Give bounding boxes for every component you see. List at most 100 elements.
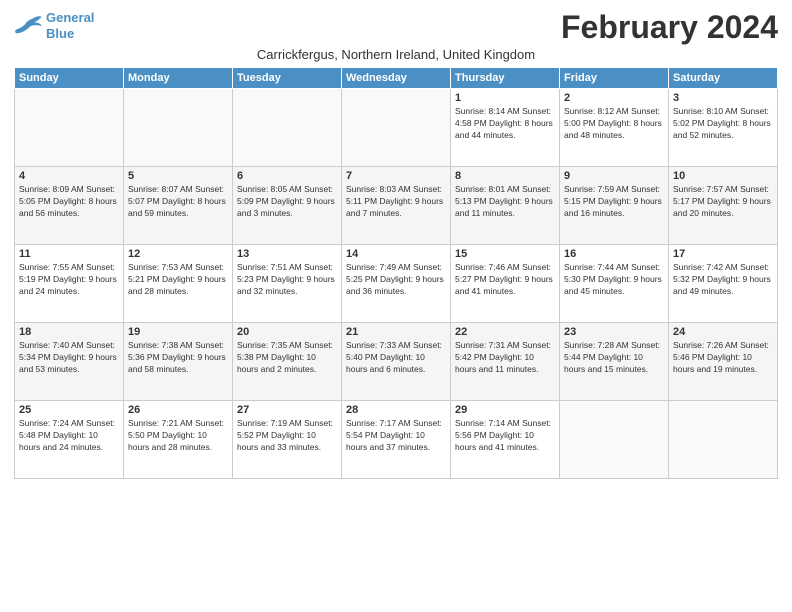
day-number: 16: [564, 248, 664, 260]
day-number: 14: [346, 248, 446, 260]
day-info: Sunrise: 7:35 AM Sunset: 5:38 PM Dayligh…: [237, 340, 337, 376]
day-info: Sunrise: 7:57 AM Sunset: 5:17 PM Dayligh…: [673, 184, 773, 220]
logo-icon: [14, 15, 42, 37]
calendar-cell: 15Sunrise: 7:46 AM Sunset: 5:27 PM Dayli…: [451, 245, 560, 323]
day-number: 22: [455, 326, 555, 338]
header-wednesday: Wednesday: [342, 68, 451, 89]
calendar-cell: 12 Sunrise: 7:53 AM Sunset: 5:21 PM Dayli…: [124, 245, 233, 323]
day-info: Sunrise: 8:01 AM Sunset: 5:13 PM Dayligh…: [455, 184, 555, 220]
calendar-cell: [233, 89, 342, 167]
header-tuesday: Tuesday: [233, 68, 342, 89]
day-number: 6: [237, 170, 337, 182]
day-number: 8: [455, 170, 555, 182]
calendar-cell: 19 Sunrise: 7:38 AM Sunset: 5:36 PM Dayli…: [124, 323, 233, 401]
calendar-cell: 29 Sunrise: 7:14 AM Sunset: 5:56 PM Dayli…: [451, 401, 560, 479]
calendar-cell: 7 Sunrise: 8:03 AM Sunset: 5:11 PM Daylig…: [342, 167, 451, 245]
calendar-cell: 13 Sunrise: 7:51 AM Sunset: 5:23 PM Dayli…: [233, 245, 342, 323]
day-info: Sunrise: 8:12 AM Sunset: 5:00 PM Dayligh…: [564, 106, 664, 142]
day-number: 24: [673, 326, 773, 338]
calendar-cell: 8 Sunrise: 8:01 AM Sunset: 5:13 PM Daylig…: [451, 167, 560, 245]
header-thursday: Thursday: [451, 68, 560, 89]
calendar-cell: 11 Sunrise: 7:55 AM Sunset: 5:19 PM Dayli…: [15, 245, 124, 323]
day-info: Sunrise: 7:28 AM Sunset: 5:44 PM Dayligh…: [564, 340, 664, 376]
day-number: 13: [237, 248, 337, 260]
calendar-cell: [342, 89, 451, 167]
logo-line1: General: [46, 10, 94, 25]
day-number: 2: [564, 92, 664, 104]
day-info: Sunrise: 7:38 AM Sunset: 5:36 PM Dayligh…: [128, 340, 228, 376]
calendar-cell: 10 Sunrise: 7:57 AM Sunset: 5:17 PM Dayli…: [669, 167, 778, 245]
calendar-cell: 23Sunrise: 7:28 AM Sunset: 5:44 PM Dayli…: [560, 323, 669, 401]
header-friday: Friday: [560, 68, 669, 89]
day-number: 1: [455, 92, 555, 104]
calendar-cell: 14 Sunrise: 7:49 AM Sunset: 5:25 PM Dayli…: [342, 245, 451, 323]
calendar-week-4: 25 Sunrise: 7:24 AM Sunset: 5:48 PM Dayli…: [15, 401, 778, 479]
day-info: Sunrise: 7:31 AM Sunset: 5:42 PM Dayligh…: [455, 340, 555, 376]
calendar-cell: 27Sunrise: 7:19 AM Sunset: 5:52 PM Dayli…: [233, 401, 342, 479]
day-number: 21: [346, 326, 446, 338]
day-info: Sunrise: 8:09 AM Sunset: 5:05 PM Dayligh…: [19, 184, 119, 220]
day-number: 5: [128, 170, 228, 182]
calendar-week-2: 11 Sunrise: 7:55 AM Sunset: 5:19 PM Dayli…: [15, 245, 778, 323]
day-info: Sunrise: 7:51 AM Sunset: 5:23 PM Dayligh…: [237, 262, 337, 298]
header-sunday: Sunday: [15, 68, 124, 89]
day-info: Sunrise: 7:26 AM Sunset: 5:46 PM Dayligh…: [673, 340, 773, 376]
calendar-cell: [669, 401, 778, 479]
header: General Blue February 2024: [14, 10, 778, 45]
day-number: 4: [19, 170, 119, 182]
day-number: 12: [128, 248, 228, 260]
day-info: Sunrise: 7:42 AM Sunset: 5:32 PM Dayligh…: [673, 262, 773, 298]
day-info: Sunrise: 8:14 AM Sunset: 4:58 PM Dayligh…: [455, 106, 555, 142]
subtitle: Carrickfergus, Northern Ireland, United …: [14, 47, 778, 62]
calendar-cell: 5Sunrise: 8:07 AM Sunset: 5:07 PM Daylig…: [124, 167, 233, 245]
header-monday: Monday: [124, 68, 233, 89]
logo-line2: Blue: [46, 26, 74, 41]
day-info: Sunrise: 7:14 AM Sunset: 5:56 PM Dayligh…: [455, 418, 555, 454]
day-number: 9: [564, 170, 664, 182]
header-saturday: Saturday: [669, 68, 778, 89]
calendar-cell: 3 Sunrise: 8:10 AM Sunset: 5:02 PM Daylig…: [669, 89, 778, 167]
calendar-cell: 18Sunrise: 7:40 AM Sunset: 5:34 PM Dayli…: [15, 323, 124, 401]
title-block: February 2024: [561, 10, 778, 45]
day-number: 25: [19, 404, 119, 416]
calendar-cell: [560, 401, 669, 479]
calendar-cell: 1 Sunrise: 8:14 AM Sunset: 4:58 PM Daylig…: [451, 89, 560, 167]
calendar-cell: 22 Sunrise: 7:31 AM Sunset: 5:42 PM Dayli…: [451, 323, 560, 401]
day-info: Sunrise: 7:49 AM Sunset: 5:25 PM Dayligh…: [346, 262, 446, 298]
calendar-cell: 25 Sunrise: 7:24 AM Sunset: 5:48 PM Dayli…: [15, 401, 124, 479]
calendar-cell: 21 Sunrise: 7:33 AM Sunset: 5:40 PM Dayli…: [342, 323, 451, 401]
day-number: 7: [346, 170, 446, 182]
day-info: Sunrise: 8:05 AM Sunset: 5:09 PM Dayligh…: [237, 184, 337, 220]
day-info: Sunrise: 7:21 AM Sunset: 5:50 PM Dayligh…: [128, 418, 228, 454]
calendar-cell: [124, 89, 233, 167]
day-number: 11: [19, 248, 119, 260]
calendar-cell: 17 Sunrise: 7:42 AM Sunset: 5:32 PM Dayli…: [669, 245, 778, 323]
day-info: Sunrise: 7:59 AM Sunset: 5:15 PM Dayligh…: [564, 184, 664, 220]
day-number: 19: [128, 326, 228, 338]
day-info: Sunrise: 8:03 AM Sunset: 5:11 PM Dayligh…: [346, 184, 446, 220]
day-number: 18: [19, 326, 119, 338]
calendar-cell: 6 Sunrise: 8:05 AM Sunset: 5:09 PM Daylig…: [233, 167, 342, 245]
day-number: 3: [673, 92, 773, 104]
day-info: Sunrise: 7:44 AM Sunset: 5:30 PM Dayligh…: [564, 262, 664, 298]
day-info: Sunrise: 8:10 AM Sunset: 5:02 PM Dayligh…: [673, 106, 773, 142]
day-number: 26: [128, 404, 228, 416]
calendar-week-0: 1 Sunrise: 8:14 AM Sunset: 4:58 PM Daylig…: [15, 89, 778, 167]
calendar-week-3: 18Sunrise: 7:40 AM Sunset: 5:34 PM Dayli…: [15, 323, 778, 401]
day-info: Sunrise: 7:24 AM Sunset: 5:48 PM Dayligh…: [19, 418, 119, 454]
calendar-header-row: Sunday Monday Tuesday Wednesday Thursday…: [15, 68, 778, 89]
day-number: 27: [237, 404, 337, 416]
calendar-cell: 26 Sunrise: 7:21 AM Sunset: 5:50 PM Dayli…: [124, 401, 233, 479]
logo: General Blue: [14, 10, 94, 41]
day-number: 17: [673, 248, 773, 260]
logo-text: General Blue: [46, 10, 94, 41]
day-info: Sunrise: 7:46 AM Sunset: 5:27 PM Dayligh…: [455, 262, 555, 298]
day-number: 20: [237, 326, 337, 338]
calendar-cell: 9 Sunrise: 7:59 AM Sunset: 5:15 PM Daylig…: [560, 167, 669, 245]
day-info: Sunrise: 7:55 AM Sunset: 5:19 PM Dayligh…: [19, 262, 119, 298]
calendar-table: Sunday Monday Tuesday Wednesday Thursday…: [14, 67, 778, 479]
day-number: 10: [673, 170, 773, 182]
day-number: 29: [455, 404, 555, 416]
day-info: Sunrise: 7:33 AM Sunset: 5:40 PM Dayligh…: [346, 340, 446, 376]
day-info: Sunrise: 7:53 AM Sunset: 5:21 PM Dayligh…: [128, 262, 228, 298]
